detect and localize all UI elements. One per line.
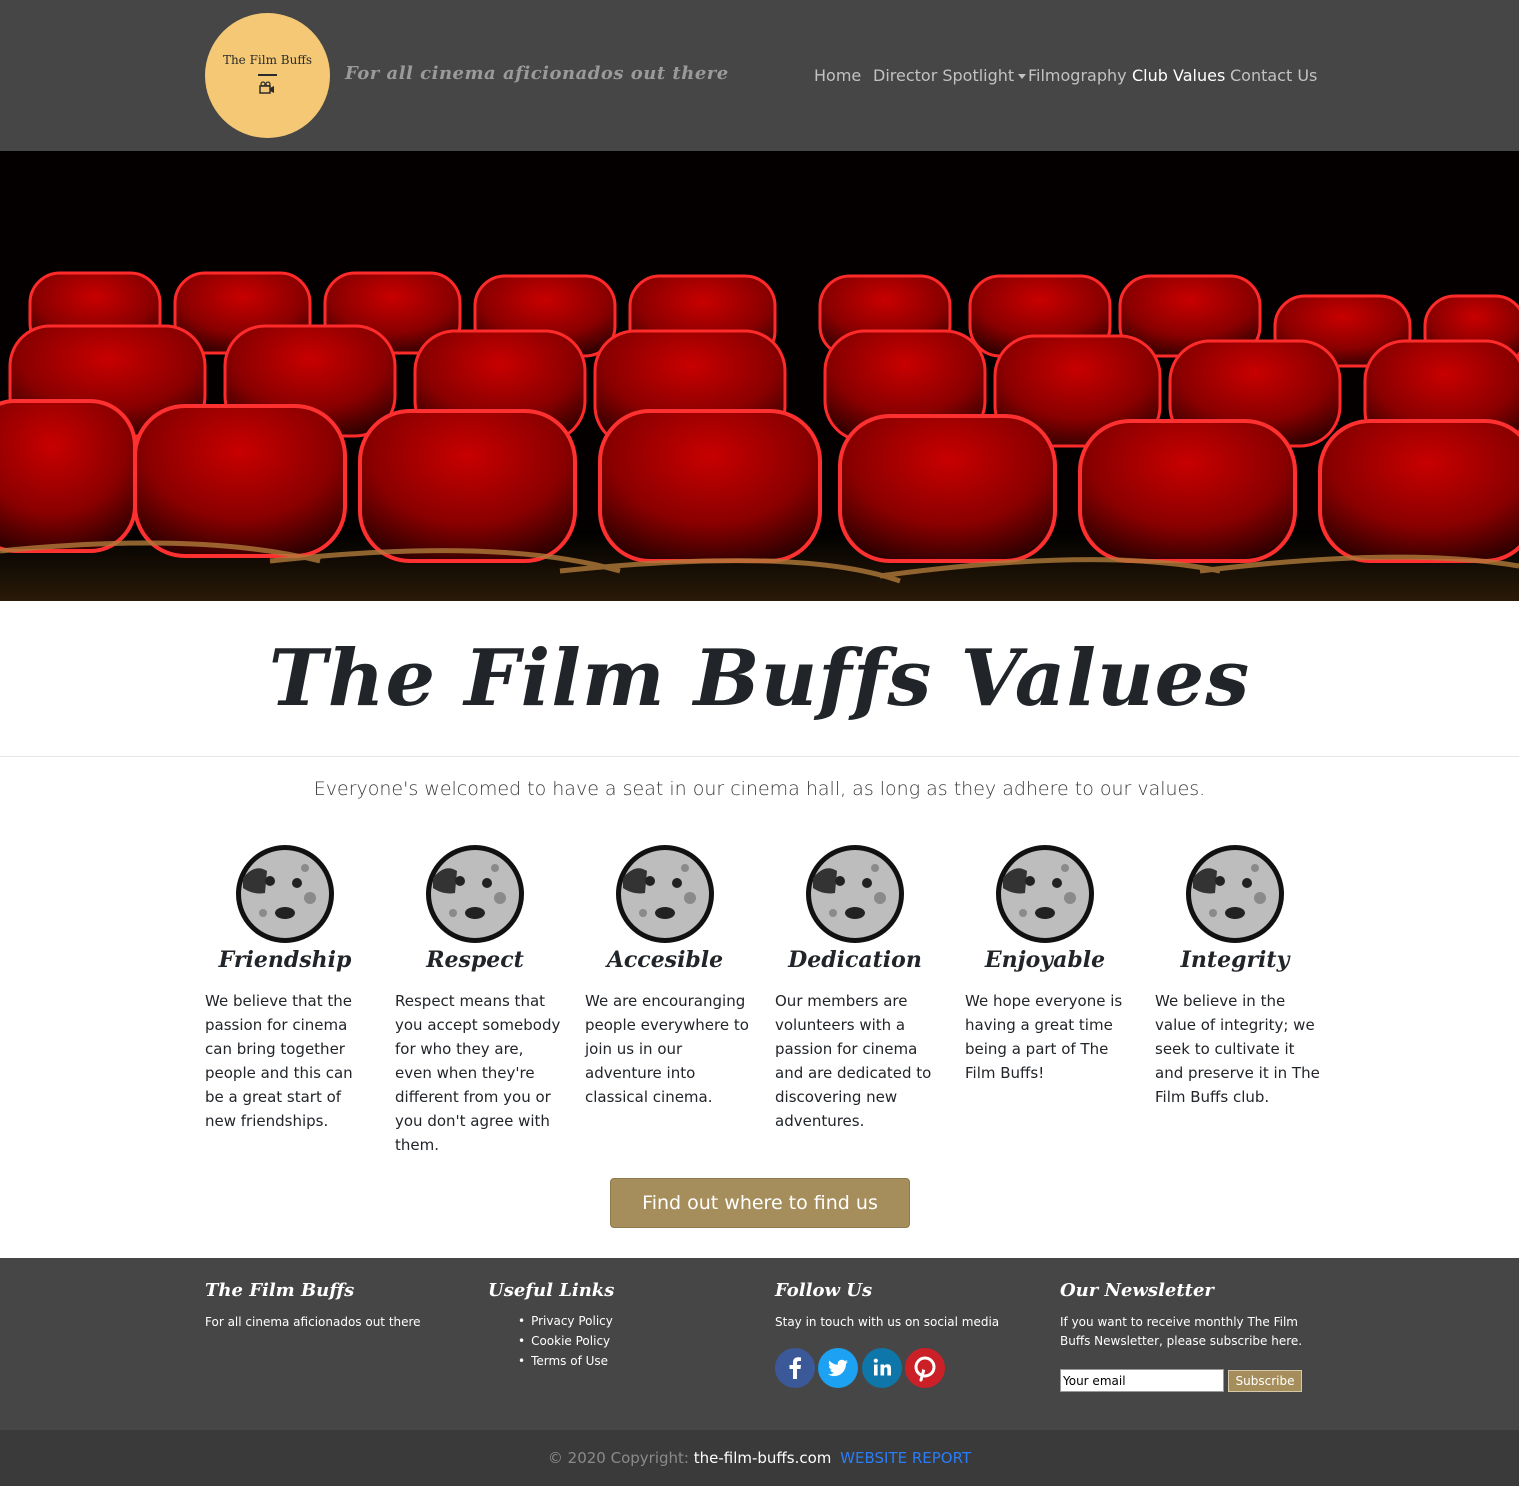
value-text: Respect means that you accept somebody f… [395,992,561,1154]
pinterest-icon[interactable] [905,1348,945,1388]
terms-of-use-link[interactable]: Terms of Use [518,1351,614,1371]
copyright-bar: © 2020 Copyright: the-film-buffs.com WEB… [0,1430,1519,1486]
footer-newsletter-title: Our Newsletter [1060,1280,1214,1301]
footer-brand: The Film Buffs For all cinema aficionado… [205,1280,421,1332]
value-title: Integrity [1180,947,1290,973]
footer-links-title: Useful Links [488,1280,615,1301]
page-title: The Film Buffs Values [268,633,1251,724]
facebook-icon[interactable] [775,1348,815,1388]
footer-brand-title: The Film Buffs [205,1280,355,1301]
value-title: Dedication [788,947,922,973]
footer-follow-text: Stay in touch with us on social media [775,1315,1000,1329]
logo-text: The Film Buffs [222,53,313,67]
nav-contact-us[interactable]: Contact Us [1230,66,1317,85]
find-us-button[interactable]: Find out where to find us [610,1178,910,1228]
nav-club-values[interactable]: Club Values [1132,66,1225,85]
footer-newsletter: Our Newsletter If you want to receive mo… [1060,1280,1330,1351]
moon-face-icon [996,845,1094,943]
footer-useful-links: Useful Links Privacy Policy Cookie Polic… [488,1280,614,1371]
moon-face-icon [806,845,904,943]
footer-brand-text: For all cinema aficionados out there [205,1315,421,1329]
site-link[interactable]: the-film-buffs.com [694,1449,832,1467]
value-title: Enjoyable [984,947,1106,973]
value-text: We believe that the passion for cinema c… [205,992,353,1130]
nav-director-spotlight[interactable]: Director Spotlight [873,66,1027,85]
moon-face-icon [426,845,524,943]
footer-follow: Follow Us Stay in touch with us on socia… [775,1280,999,1332]
footer-links-list: Privacy Policy Cookie Policy Terms of Us… [518,1311,614,1371]
value-text: We hope everyone is having a great time … [965,992,1123,1082]
nav-filmography[interactable]: Filmography [1028,66,1127,85]
moon-face-icon [1186,845,1284,943]
cinema-seats-image [0,151,1519,601]
copyright-text: © 2020 Copyright: [547,1449,689,1467]
value-text: We are encouranging people everywhere to… [585,992,749,1106]
newsletter-email-field[interactable] [1060,1369,1224,1392]
caret-down-icon [1018,74,1027,79]
twitter-icon[interactable] [818,1348,858,1388]
privacy-policy-link[interactable]: Privacy Policy [518,1311,614,1331]
value-text: We believe in the value of integrity; we… [1155,992,1320,1106]
value-title: Respect [426,947,524,973]
section-divider [0,756,1519,757]
main-nav: Home Director Spotlight Filmography Club… [0,66,1519,88]
website-report-link[interactable]: WEBSITE REPORT [840,1449,971,1467]
value-title: Friendship [218,947,352,973]
hero-image [0,151,1519,601]
cookie-policy-link[interactable]: Cookie Policy [518,1331,614,1351]
nav-director-spotlight-label: Director Spotlight [873,66,1015,85]
lead-text: Everyone's welcomed to have a seat in ou… [313,778,1206,800]
nav-home[interactable]: Home [814,66,861,85]
footer-newsletter-text: If you want to receive monthly The Film … [1060,1315,1303,1348]
linkedin-icon[interactable] [862,1348,902,1388]
navbar: The Film Buffs For all cinema aficionado… [0,0,1519,151]
moon-face-icon [616,845,714,943]
value-text: Our members are volunteers with a passio… [775,992,932,1130]
footer: The Film Buffs For all cinema aficionado… [0,1258,1519,1430]
moon-face-icon [236,845,334,943]
value-title: Accesible [606,947,724,973]
footer-follow-title: Follow Us [775,1280,873,1301]
subscribe-button[interactable]: Subscribe [1228,1370,1302,1392]
